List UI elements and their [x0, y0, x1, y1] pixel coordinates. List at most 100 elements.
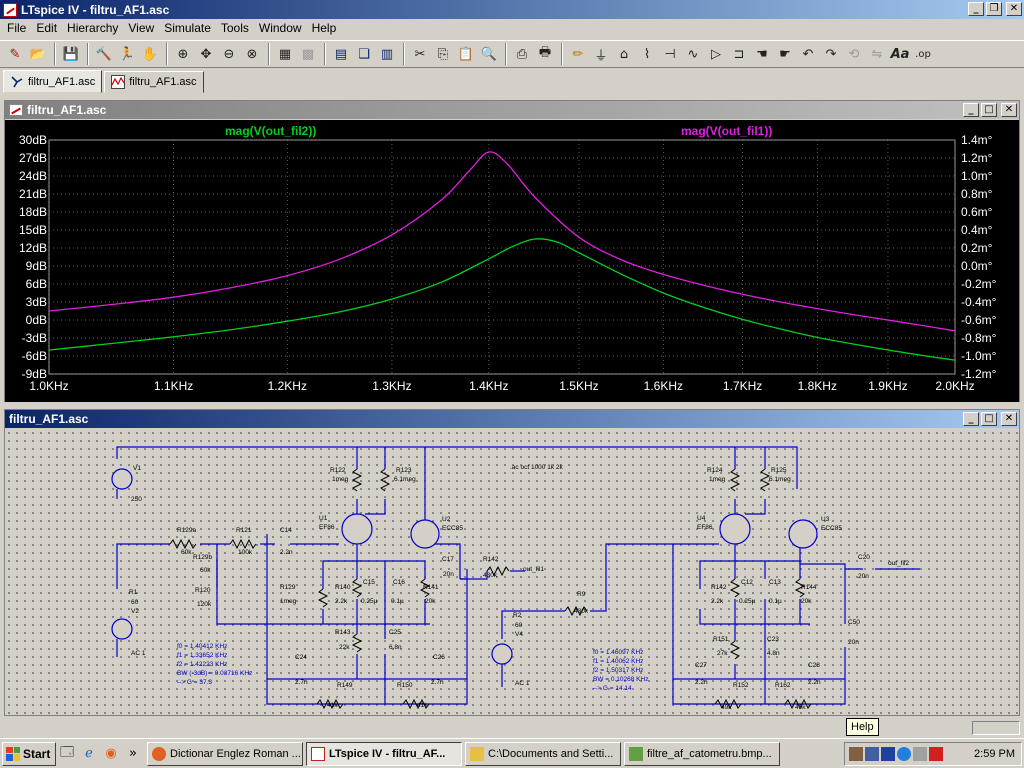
schematic-label[interactable]: R162	[775, 682, 791, 689]
schematic-label[interactable]: R140	[335, 584, 351, 591]
schematic-label[interactable]: 100k	[238, 549, 253, 556]
schematic-label[interactable]: R2	[513, 612, 522, 619]
waveform-minimize-button[interactable]: _	[963, 103, 979, 117]
schematic-label[interactable]: V4	[515, 631, 523, 638]
schematic-label[interactable]: ECC85	[821, 525, 842, 532]
schematic-label[interactable]: ECC85	[442, 525, 463, 532]
schematic-label[interactable]: R120	[195, 587, 211, 594]
zoom-in-icon[interactable]: ⊕	[172, 43, 194, 65]
move-icon[interactable]: ☚	[751, 43, 773, 65]
schematic-label[interactable]: C28	[808, 662, 820, 669]
tile-vertical-icon[interactable]: ▥	[376, 43, 398, 65]
cut-icon[interactable]: ✂	[409, 43, 431, 65]
tray-shield-icon[interactable]	[897, 747, 911, 761]
schematic-label[interactable]: 430k	[574, 608, 589, 615]
tray-network-icon[interactable]	[865, 747, 879, 761]
tab-waveform[interactable]: filtru_AF1.asc	[104, 71, 204, 93]
schematic-label[interactable]: 1meg	[332, 476, 349, 483]
schematic-label[interactable]: out_fil1	[523, 566, 544, 573]
schematic-label[interactable]: R1	[129, 589, 138, 596]
schematic-label[interactable]: C13	[769, 579, 781, 586]
draw-wire-icon[interactable]: ✏	[567, 43, 589, 65]
schematic-label[interactable]: AC 1	[131, 650, 146, 657]
undo-icon[interactable]: ↶	[797, 43, 819, 65]
schematic-label[interactable]: R9	[577, 591, 586, 598]
schematic-label[interactable]: .ac oct 1000 1k 2k	[510, 464, 564, 471]
schematic-label[interactable]: R141	[423, 584, 439, 591]
grid-icon[interactable]: ▩	[297, 43, 319, 65]
schematic-label[interactable]: C14	[280, 527, 292, 534]
schematic-label[interactable]: R129b	[193, 554, 213, 561]
component-icon[interactable]: ⊐	[728, 43, 750, 65]
schematic-label[interactable]: 1meg	[709, 476, 726, 483]
schematic-label[interactable]: 49k	[795, 704, 806, 711]
schematic-label[interactable]: C17	[442, 556, 454, 563]
schematic-label[interactable]: 0.1µ	[391, 598, 404, 605]
schematic-label[interactable]: 22k	[339, 644, 350, 651]
schematic-label[interactable]: 0.25µ	[739, 598, 756, 605]
schematic-label[interactable]: C25	[389, 629, 401, 636]
schematic-label[interactable]: 2.2k	[711, 598, 724, 605]
schematic-label[interactable]: 60	[515, 622, 523, 629]
quicklaunch-desktop-icon[interactable]: 🗔	[56, 743, 78, 765]
rotate-icon[interactable]: ⟲	[843, 43, 865, 65]
schematic-label[interactable]: 60k	[200, 567, 211, 574]
schematic-label[interactable]: U2	[442, 516, 451, 523]
schematic-label[interactable]: R143	[335, 629, 351, 636]
resistor-icon[interactable]: ⌇	[636, 43, 658, 65]
schematic-label[interactable]: 20n	[858, 573, 869, 580]
schematic-label[interactable]: 41k	[327, 702, 338, 709]
schematic-label[interactable]: V2	[131, 608, 139, 615]
start-button[interactable]: Start	[2, 741, 56, 766]
diode-icon[interactable]: ▷	[705, 43, 727, 65]
schematic-label[interactable]: f2 = 1.42223 KHz	[177, 661, 227, 668]
schematic-label[interactable]: f2 = 1.50317 KHz	[593, 667, 643, 674]
schematic-label[interactable]: 2.2n	[695, 679, 708, 686]
schematic-drawing[interactable]: V1 250 R122 1meg R123 6.1meg .ac oct 1000 1k 2…	[5, 429, 1019, 715]
schematic-label[interactable]: U4	[697, 515, 706, 522]
save-icon[interactable]: 💾	[60, 43, 82, 65]
schematic-label[interactable]: 2.2n	[280, 549, 293, 556]
schematic-label[interactable]: 2.7n	[295, 679, 308, 686]
schematic-label[interactable]: R149	[337, 682, 353, 689]
menu-help[interactable]: Help	[307, 21, 342, 35]
schematic-label[interactable]: C20	[858, 554, 870, 561]
tab-schematic[interactable]: filtru_AF1.asc	[3, 70, 103, 93]
minimize-button[interactable]: _	[968, 2, 984, 16]
schematic-label[interactable]: 20k	[425, 598, 436, 605]
autorange-icon[interactable]: ▦	[274, 43, 296, 65]
waveform-maximize-button[interactable]: □	[981, 103, 997, 117]
schematic-label[interactable]: R121	[236, 527, 252, 534]
schematic-label[interactable]: --> G = 14.14	[593, 685, 632, 692]
schematic-label[interactable]: 430k	[483, 572, 498, 579]
print-setup-icon[interactable]: ⎙	[511, 43, 533, 65]
schematic-label[interactable]: R152	[733, 682, 749, 689]
open-icon[interactable]: 📂	[27, 43, 49, 65]
task-dictionar[interactable]: Dictionar Englez Roman ...	[147, 741, 303, 766]
find-icon[interactable]: 🔍	[478, 43, 500, 65]
cascade-icon[interactable]: ❏	[353, 43, 375, 65]
quicklaunch-firefox-icon[interactable]: ◉	[100, 743, 122, 765]
schematic-label[interactable]: 20n	[443, 571, 454, 578]
schematic-label[interactable]: EF86	[697, 524, 713, 531]
schematic-label[interactable]: R142	[711, 584, 727, 591]
schematic-label[interactable]: f1 = 1.33652 KHz	[177, 652, 227, 659]
halt-icon[interactable]: ✋	[139, 43, 161, 65]
schematic-label[interactable]: 20k	[801, 598, 812, 605]
capacitor-icon[interactable]: ⊣	[659, 43, 681, 65]
spice-directive-icon[interactable]: .op	[912, 43, 934, 65]
control-panel-icon[interactable]: 🔨	[93, 43, 115, 65]
schematic-label[interactable]: C16	[393, 579, 405, 586]
schematic-label[interactable]: R122	[330, 467, 346, 474]
run-icon[interactable]: 🏃	[116, 43, 138, 65]
restore-button[interactable]: ❐	[986, 2, 1002, 16]
schematic-label[interactable]: C50	[848, 619, 860, 626]
menu-tools[interactable]: Tools	[216, 21, 254, 35]
task-explorer[interactable]: C:\Documents and Setti...	[465, 741, 621, 766]
schematic-label[interactable]: C24	[295, 654, 307, 661]
schematic-label[interactable]: 0.25µ	[361, 598, 378, 605]
schematic-label[interactable]: R144	[801, 584, 817, 591]
schematic-label[interactable]: BW (-3dB) = 0.03716 KHz	[177, 670, 252, 677]
schematic-label[interactable]: R129	[280, 584, 296, 591]
schematic-label[interactable]: f0 = 1.46097 KHz	[593, 649, 643, 656]
